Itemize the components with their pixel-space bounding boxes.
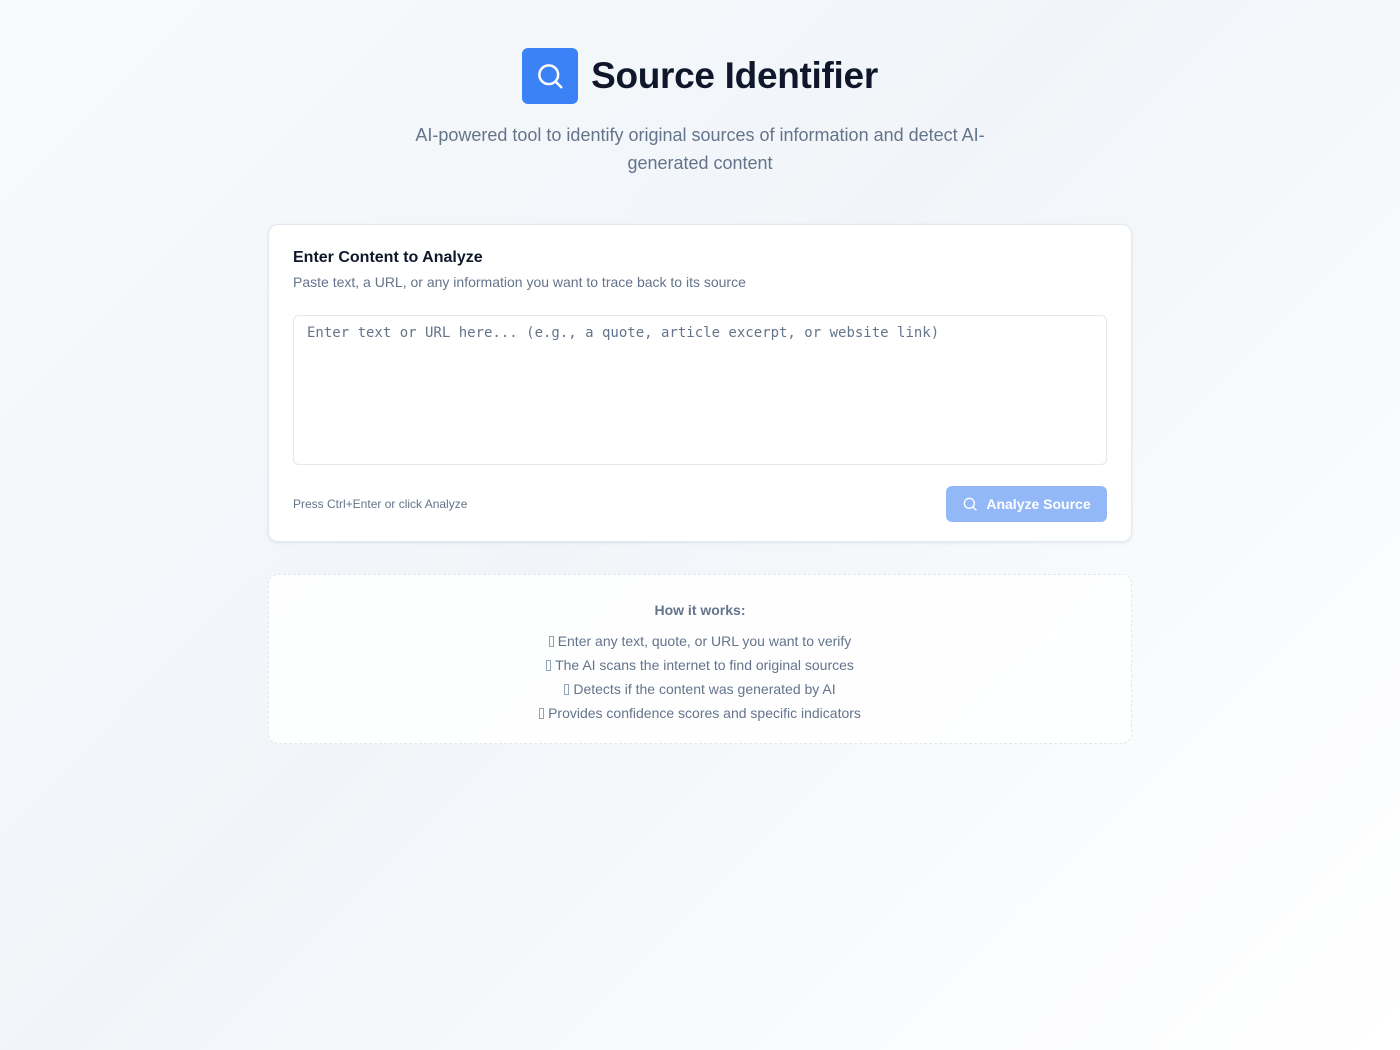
bullet-icon — [548, 636, 554, 647]
search-icon — [964, 497, 978, 511]
how-it-works-heading: How it works: — [654, 602, 746, 618]
step-text: The AI scans the internet to find origin… — [555, 657, 854, 673]
content-input[interactable] — [293, 315, 1107, 465]
list-item: Enter any text, quote, or URL you want t… — [269, 629, 1131, 653]
list-item: The AI scans the internet to find origin… — [269, 653, 1131, 677]
how-it-works-panel: How it works: Enter any text, quote, or … — [268, 574, 1132, 744]
keyboard-hint: Press Ctrl+Enter or click Analyze — [293, 497, 468, 511]
app-subtitle: AI-powered tool to identify original sou… — [415, 125, 985, 173]
card-title: Enter Content to Analyze — [293, 249, 483, 266]
analyze-button-label: Analyze Source — [986, 496, 1091, 512]
logo — [522, 48, 579, 104]
list-item: Provides confidence scores and specific … — [269, 701, 1131, 725]
card-description: Paste text, a URL, or any information yo… — [293, 274, 746, 290]
card-footer: Press Ctrl+Enter or click Analyze Analyz… — [293, 486, 1107, 522]
analyze-card: Enter Content to Analyze Paste text, a U… — [268, 224, 1132, 542]
title-row: Source Identifier — [0, 48, 1400, 104]
bullet-icon — [539, 708, 545, 719]
app-title: Source Identifier — [591, 55, 878, 96]
bullet-icon — [546, 660, 552, 671]
app-header: Source Identifier AI-powered tool to ide… — [0, 48, 1400, 177]
step-text: Provides confidence scores and specific … — [548, 705, 861, 721]
analyze-source-button[interactable]: Analyze Source — [946, 486, 1107, 522]
bullet-icon — [564, 684, 570, 695]
list-item: Detects if the content was generated by … — [269, 677, 1131, 701]
how-it-works-steps: Enter any text, quote, or URL you want t… — [269, 629, 1131, 725]
search-icon — [538, 64, 563, 89]
step-text: Enter any text, quote, or URL you want t… — [557, 633, 852, 649]
step-text: Detects if the content was generated by … — [573, 681, 836, 697]
